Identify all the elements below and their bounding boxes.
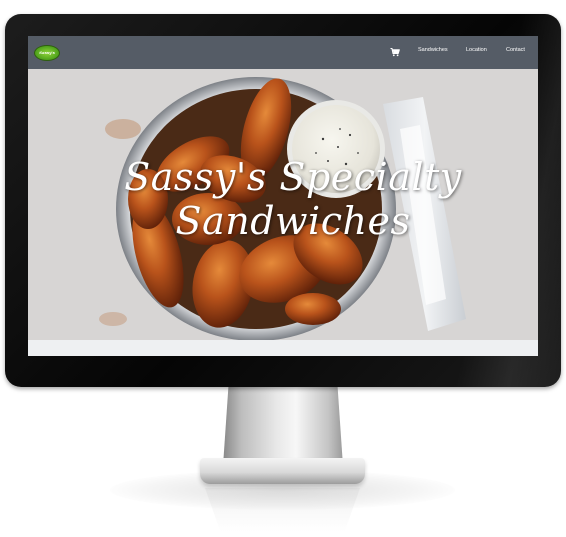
site-logo-text: Sassy's [39,50,55,55]
monitor-stand-base [200,458,365,484]
hero-title-line-2: Sandwiches [175,199,411,243]
monitor-stand-neck [223,387,343,463]
monitor-bezel: Sassy's Sandwiches Location Contact Sass… [5,14,561,387]
hero-title-line-1: Sassy's Specialty [124,155,462,199]
monitor-screen: Sassy's Sandwiches Location Contact Sass… [28,36,538,356]
nav-link-sandwiches[interactable]: Sandwiches [418,47,448,54]
nav-link-contact[interactable]: Contact [506,47,525,54]
page: Sassy's Sandwiches Location Contact Sass… [0,0,566,537]
shopping-cart-icon[interactable] [390,47,400,57]
hero-title: Sassy's Specialty Sandwiches [28,155,538,243]
hero-banner: Sassy's Specialty Sandwiches [28,69,538,340]
site-navbar: Sassy's Sandwiches Location Contact [28,36,538,69]
content-strip [28,340,538,356]
site-logo[interactable]: Sassy's [34,45,60,61]
stand-reflection [205,488,360,532]
nav-link-location[interactable]: Location [466,47,487,54]
